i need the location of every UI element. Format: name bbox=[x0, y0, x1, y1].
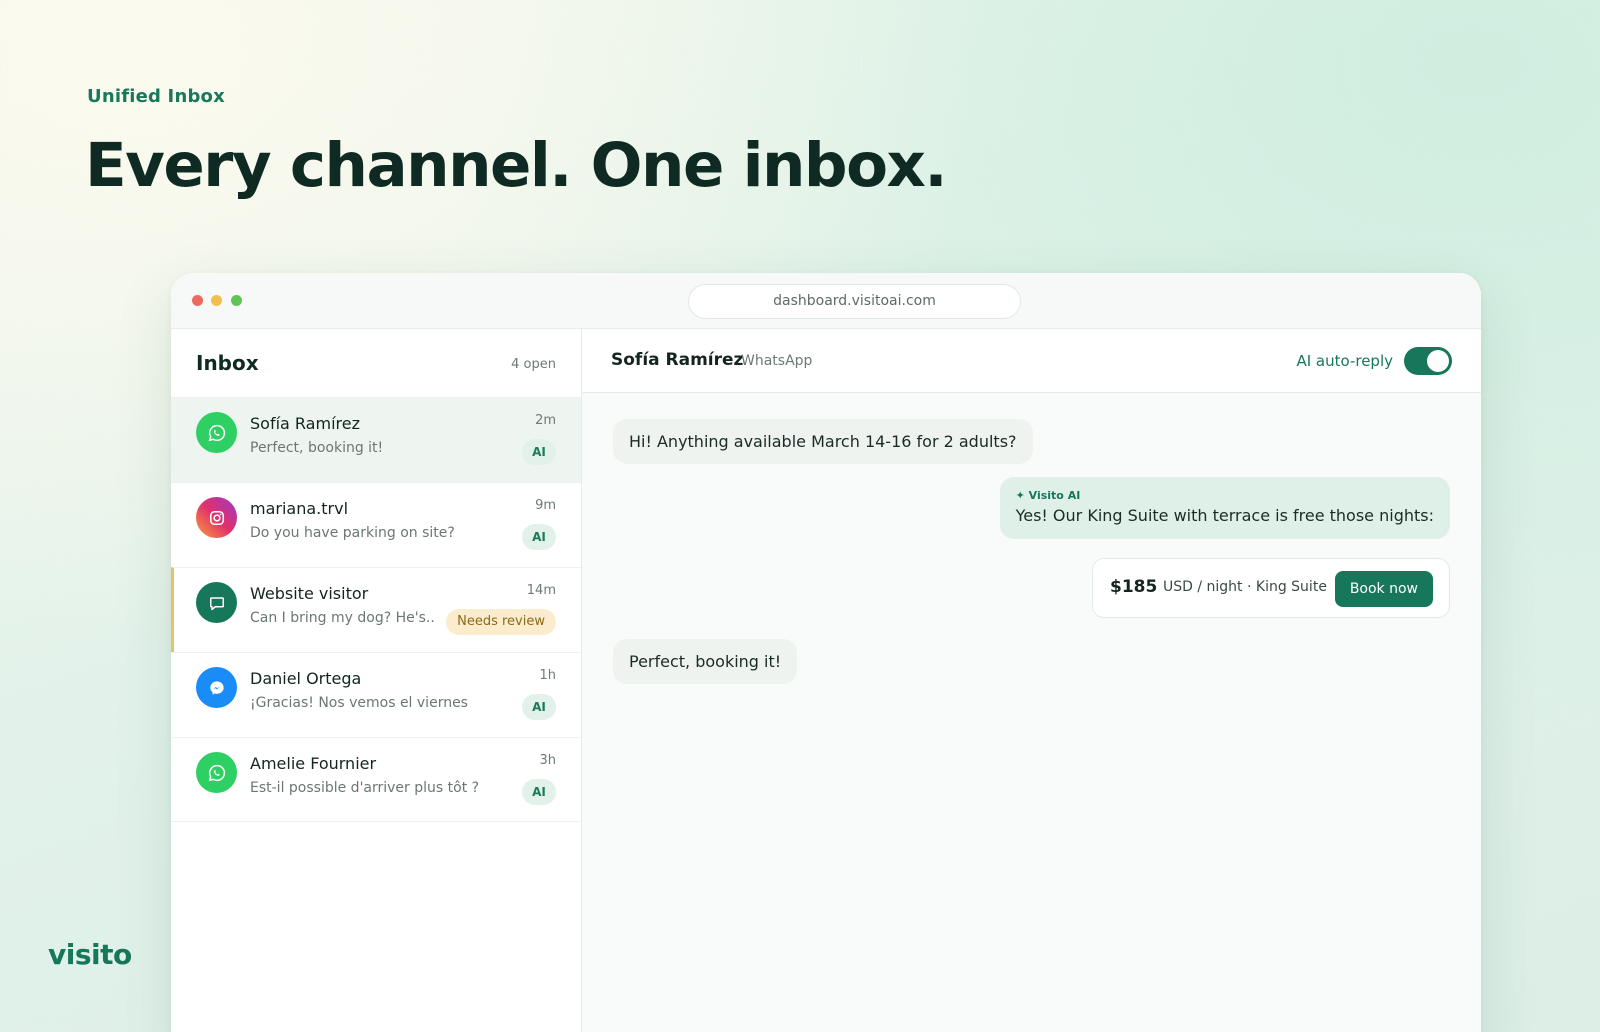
contact-name: Daniel Ortega bbox=[250, 669, 362, 688]
browser-titlebar: dashboard.visitoai.com bbox=[171, 273, 1481, 329]
open-count: 4 open bbox=[511, 357, 556, 372]
ai-badge: AI bbox=[522, 439, 556, 465]
toggle-knob bbox=[1427, 350, 1449, 372]
message-snippet: Perfect, booking it! bbox=[250, 440, 384, 456]
contact-name: Website visitor bbox=[250, 584, 369, 603]
conversation-item[interactable]: Sofía Ramírez Perfect, booking it! 2m AI bbox=[171, 397, 581, 482]
offer-detail: USD / night · King Suite bbox=[1163, 579, 1327, 595]
ai-badge: AI bbox=[522, 779, 556, 805]
timestamp: 14m bbox=[526, 583, 556, 598]
message-snippet: Est-il possible d'arriver plus tôt ? bbox=[250, 780, 480, 796]
needs-review-badge: Needs review bbox=[446, 609, 556, 635]
incoming-message: Hi! Anything available March 14-16 for 2… bbox=[613, 419, 1033, 464]
browser-window: dashboard.visitoai.com Inbox 4 open Sofí… bbox=[171, 273, 1481, 1032]
page-headline: Every channel. One inbox. bbox=[85, 130, 948, 201]
contact-name: Amelie Fournier bbox=[250, 754, 377, 773]
ai-auto-reply-toggle[interactable] bbox=[1404, 347, 1452, 375]
book-now-button[interactable]: Book now bbox=[1334, 571, 1433, 607]
maximize-window-dot[interactable] bbox=[231, 295, 242, 306]
inbox-title: Inbox bbox=[196, 351, 259, 375]
conversation-item[interactable]: Website visitor Can I bring my dog? He's… bbox=[171, 567, 581, 652]
whatsapp-icon bbox=[196, 412, 237, 453]
visito-ai-tag: ✦ Visito AI bbox=[1015, 489, 1081, 502]
chat-header: Sofía Ramírez WhatsApp AI auto-reply bbox=[582, 329, 1481, 393]
chat-contact-name: Sofía Ramírez bbox=[611, 350, 744, 370]
chat-bubble-icon bbox=[196, 582, 237, 623]
offer-price: $185 bbox=[1110, 577, 1158, 597]
inbox-header: Inbox 4 open bbox=[171, 329, 581, 397]
offer-card: $185 USD / night · King Suite Book now bbox=[1092, 558, 1450, 618]
minimize-window-dot[interactable] bbox=[211, 295, 222, 306]
inbox-sidebar: Inbox 4 open Sofía Ramírez Perfect, book… bbox=[171, 329, 582, 1032]
chat-panel: Sofía Ramírez WhatsApp AI auto-reply Hi!… bbox=[582, 329, 1481, 1032]
ai-auto-reply-label: AI auto-reply bbox=[1296, 352, 1393, 370]
close-window-dot[interactable] bbox=[192, 295, 203, 306]
conversation-item[interactable]: Daniel Ortega ¡Gracias! Nos vemos el vie… bbox=[171, 652, 581, 737]
url-bar[interactable]: dashboard.visitoai.com bbox=[688, 284, 1021, 319]
timestamp: 1h bbox=[539, 668, 556, 683]
message-snippet: Do you have parking on site? bbox=[250, 525, 455, 541]
contact-name: Sofía Ramírez bbox=[250, 414, 360, 433]
message-snippet: ¡Gracias! Nos vemos el viernes bbox=[250, 695, 468, 711]
ai-reply-message: ✦ Visito AI Yes! Our King Suite with ter… bbox=[999, 477, 1450, 539]
message-snippet: Can I bring my dog? He's... bbox=[250, 610, 435, 626]
ai-badge: AI bbox=[522, 694, 556, 720]
timestamp: 3h bbox=[539, 753, 556, 768]
timestamp: 2m bbox=[535, 413, 556, 428]
brand-logo: visito bbox=[48, 938, 132, 971]
chat-channel-label: WhatsApp bbox=[741, 353, 813, 369]
eyebrow-label: Unified Inbox bbox=[87, 86, 225, 107]
ai-badge: AI bbox=[522, 524, 556, 550]
timestamp: 9m bbox=[535, 498, 556, 513]
whatsapp-icon bbox=[196, 752, 237, 793]
contact-name: mariana.trvl bbox=[250, 499, 349, 518]
conversation-item[interactable]: mariana.trvl Do you have parking on site… bbox=[171, 482, 581, 567]
conversation-item[interactable]: Amelie Fournier Est-il possible d'arrive… bbox=[171, 737, 581, 822]
messenger-icon bbox=[196, 667, 237, 708]
incoming-message: Perfect, booking it! bbox=[613, 639, 798, 684]
instagram-icon bbox=[196, 497, 237, 538]
ai-reply-text: Yes! Our King Suite with terrace is free… bbox=[1015, 506, 1434, 525]
